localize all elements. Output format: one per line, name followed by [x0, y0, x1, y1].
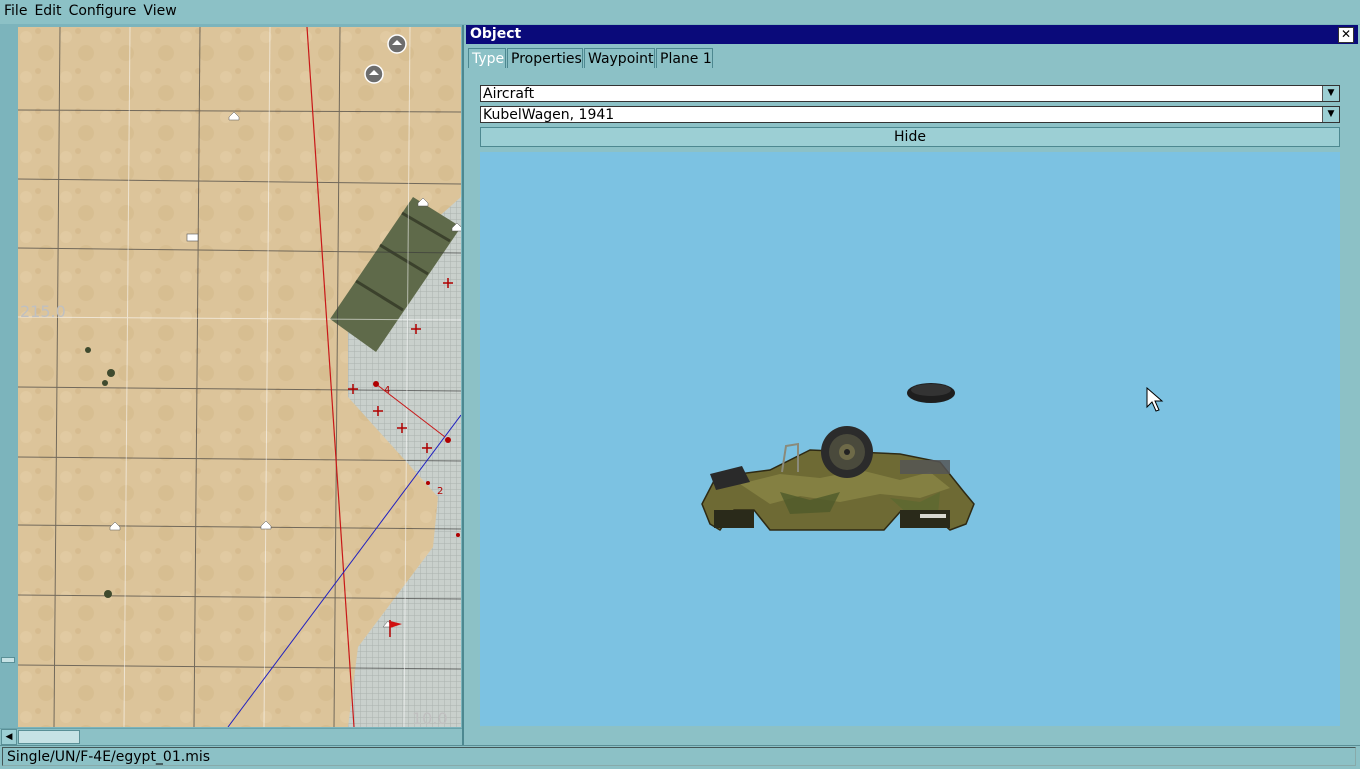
map-hscroll-thumb[interactable]: [18, 730, 80, 744]
tab-properties[interactable]: Properties: [507, 48, 583, 68]
map-canvas[interactable]: 4 2 215.0 10.0: [18, 27, 461, 727]
object-panel-title: Object ✕: [466, 25, 1358, 44]
kubelwagen-model: [701, 383, 975, 532]
map-vertical-scrollbar[interactable]: [0, 27, 16, 744]
mission-path: Single/UN/F-4E/egypt_01.mis: [2, 747, 1356, 766]
object-panel-title-text: Object: [470, 26, 522, 42]
map-horizontal-scrollbar[interactable]: ◀: [0, 728, 462, 745]
object-panel: Object ✕ Type Properties Waypoint Plane …: [462, 25, 1360, 745]
map-vscroll-thumb[interactable]: [1, 657, 15, 663]
chevron-down-icon[interactable]: ▼: [1322, 86, 1339, 101]
object-type-select[interactable]: KubelWagen, 1941 ▼: [480, 106, 1340, 123]
object-type-select-value: KubelWagen, 1941: [483, 107, 615, 123]
close-icon[interactable]: ✕: [1338, 27, 1354, 43]
category-select[interactable]: Aircraft ▼: [480, 85, 1340, 102]
hide-button[interactable]: Hide: [480, 127, 1340, 147]
tab-plane-1[interactable]: Plane 1: [656, 48, 713, 68]
waypoint-label-4: 4: [384, 385, 390, 396]
map-view[interactable]: 4 2 215.0 10.0: [18, 27, 461, 727]
grid-coordinate-label-bottom: 10.0: [412, 709, 448, 727]
status-bar: Single/UN/F-4E/egypt_01.mis: [0, 745, 1360, 769]
menu-configure[interactable]: Configure: [65, 0, 140, 19]
menu-edit[interactable]: Edit: [30, 0, 64, 19]
scroll-left-button[interactable]: ◀: [1, 729, 17, 745]
mouse-pointer-icon: [1146, 387, 1164, 412]
category-select-value: Aircraft: [483, 86, 535, 102]
chevron-down-icon[interactable]: ▼: [1322, 107, 1339, 122]
tab-type[interactable]: Type: [468, 48, 506, 68]
menu-bar: File Edit Configure View: [0, 0, 1360, 24]
object-3d-preview[interactable]: [480, 152, 1340, 726]
waypoint-label-2: 2: [437, 486, 443, 497]
tab-waypoint[interactable]: Waypoint: [584, 48, 655, 68]
menu-view[interactable]: View: [139, 0, 179, 19]
menu-file[interactable]: File: [0, 0, 30, 19]
grid-coordinate-label: 215.0: [20, 302, 66, 321]
